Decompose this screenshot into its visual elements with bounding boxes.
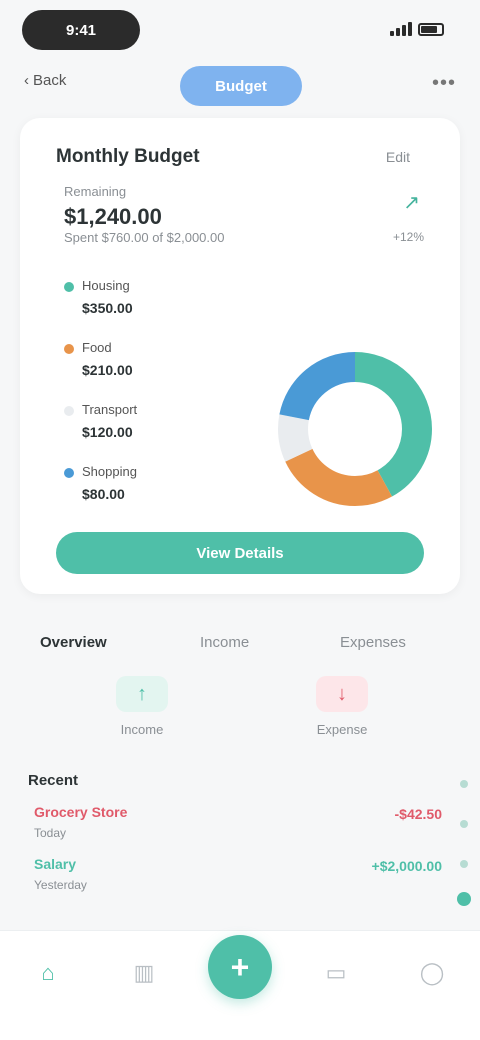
trend-label: +12%	[392, 230, 424, 244]
view-details-button[interactable]: View Details	[56, 532, 424, 574]
arrow-up-icon: ↑	[116, 676, 168, 712]
legend-name: Food	[82, 340, 112, 355]
edit-link[interactable]: Edit	[386, 149, 410, 165]
legend-amount: $120.00	[82, 424, 133, 440]
legend-name: Shopping	[82, 464, 137, 479]
trend-up-icon: ↗	[403, 192, 420, 214]
legend-item[interactable]: Shopping $80.00	[64, 464, 264, 526]
transaction-amount: -$42.50	[394, 806, 442, 822]
legend-amount: $350.00	[82, 300, 133, 316]
legend-dot	[64, 344, 74, 354]
legend-item[interactable]: Food $210.00	[64, 340, 264, 402]
signal-icon	[390, 22, 412, 36]
status-bar: 9:41	[0, 0, 480, 62]
summary-income[interactable]: ↑ Income	[62, 676, 222, 737]
status-icons	[390, 22, 444, 36]
legend-name: Transport	[82, 402, 138, 417]
remaining-amount: $1,240.00	[64, 204, 162, 229]
tab-expenses[interactable]: Expenses	[340, 634, 406, 651]
transactions-header: Recent	[28, 772, 79, 789]
summary-label: Income	[120, 722, 164, 737]
card-title: Monthly Budget	[56, 146, 200, 167]
legend-item[interactable]: Transport $120.00	[64, 402, 264, 464]
legend-dot	[64, 282, 74, 292]
transaction-name: Salary	[34, 856, 77, 872]
add-button[interactable]: +	[208, 935, 272, 999]
back-label: Back	[33, 72, 67, 89]
tab-bar: Overview Income Expenses	[0, 630, 480, 660]
wallet-icon[interactable]: ▭	[316, 953, 356, 993]
transaction-amount: +$2,000.00	[371, 858, 442, 874]
chart-icon[interactable]: ▥	[124, 953, 164, 993]
transaction-date: Yesterday	[34, 878, 87, 892]
transactions-section: Recent Grocery Store Today -$42.50 Salary Ye…	[28, 772, 452, 922]
transaction-row[interactable]: Salary Yesterday +$2,000.00	[28, 856, 452, 900]
remaining-label: Remaining	[64, 184, 127, 199]
category-legend: Housing $350.00 Food $210.00 Transport $120.0…	[64, 278, 264, 526]
transaction-name: Grocery Store	[34, 804, 128, 820]
battery-icon	[418, 22, 444, 36]
category-donut-chart	[278, 352, 432, 506]
nav-pill-budget[interactable]: Budget	[180, 66, 302, 106]
legend-item[interactable]: Housing $350.00	[64, 278, 264, 340]
transaction-date: Today	[34, 826, 67, 840]
top-nav: ‹ Back Budget •••	[0, 62, 480, 110]
tab-income[interactable]: Income	[200, 634, 249, 651]
arrow-down-icon: ↓	[316, 676, 368, 712]
tab-overview[interactable]: Overview	[40, 634, 107, 651]
more-icon[interactable]: •••	[432, 72, 456, 95]
legend-dot	[64, 468, 74, 478]
bottom-nav: + ⌂ ▥ ▭ ◯	[0, 930, 480, 1040]
budget-card: Monthly Budget Edit Remaining $1,240.00 …	[20, 118, 460, 594]
home-icon[interactable]: ⌂	[28, 953, 68, 993]
legend-name: Housing	[82, 278, 130, 293]
status-time: 9:41	[22, 10, 140, 50]
summary-row: ↑ Income ↓ Expense	[0, 676, 480, 756]
chevron-left-icon: ‹	[24, 72, 29, 89]
scroll-indicator[interactable]	[457, 780, 471, 910]
legend-amount: $80.00	[82, 486, 125, 502]
back-button[interactable]: ‹ Back	[24, 72, 66, 89]
summary-label: Expense	[316, 722, 368, 737]
spent-text: Spent $760.00 of $2,000.00	[64, 230, 225, 245]
summary-expense[interactable]: ↓ Expense	[262, 676, 422, 737]
legend-amount: $210.00	[82, 362, 133, 378]
profile-icon[interactable]: ◯	[412, 953, 452, 993]
transaction-row[interactable]: Grocery Store Today -$42.50	[28, 804, 452, 848]
legend-dot	[64, 406, 74, 416]
